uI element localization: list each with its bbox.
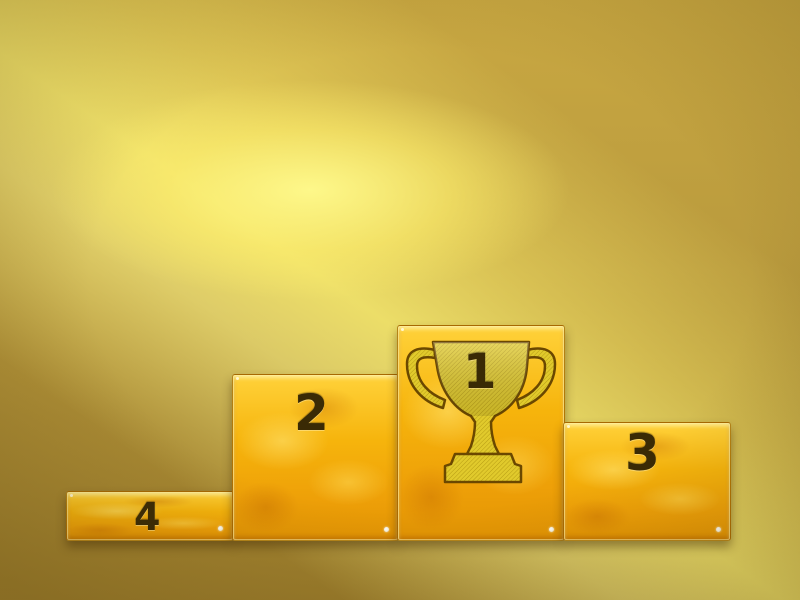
rivet: [549, 527, 554, 532]
rivet: [716, 527, 721, 532]
podium-scene: 4 2 1 3: [0, 0, 800, 600]
rivet: [218, 526, 223, 531]
podium-block-3rd: [563, 422, 731, 541]
trophy-icon: [405, 340, 557, 484]
rivet: [401, 328, 404, 331]
rivet: [70, 494, 73, 497]
rivet: [384, 527, 389, 532]
rivet: [236, 377, 239, 380]
place-number-4th: 4: [134, 495, 161, 539]
rivet: [567, 425, 570, 428]
place-number-3rd: 3: [625, 424, 660, 482]
podium-block-4th: [66, 491, 234, 541]
place-number-2nd: 2: [294, 384, 329, 442]
podium-block-1st: [397, 325, 565, 541]
podium-block-2nd: [232, 374, 399, 541]
place-number-1st: 1: [463, 344, 497, 400]
